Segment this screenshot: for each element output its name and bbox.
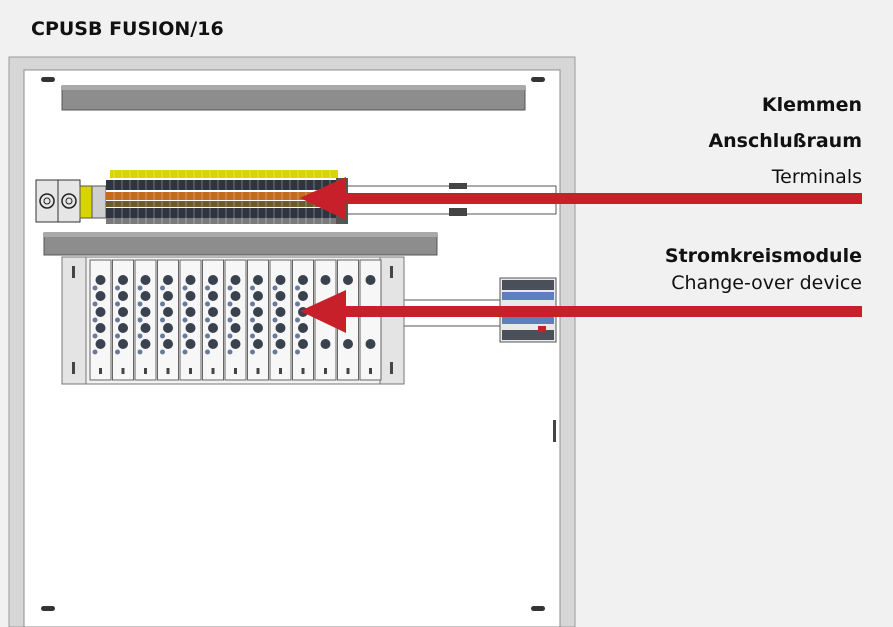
circuit-module xyxy=(359,259,382,381)
modules-heading: Stromkreismodule xyxy=(664,245,862,267)
terminals-heading-line1: Klemmen xyxy=(761,94,862,116)
circuit-module xyxy=(134,259,157,381)
circuit-module xyxy=(247,259,269,381)
circuit-module xyxy=(179,259,202,381)
hinge-mark xyxy=(553,420,556,442)
mounting-slot xyxy=(531,77,545,82)
mounting-slot xyxy=(41,77,55,82)
circuit-module xyxy=(292,259,314,381)
cabinet-diagram xyxy=(8,56,862,627)
circuit-module xyxy=(224,259,247,381)
circuit-module xyxy=(202,259,224,381)
modules-sublabel: Change-over device xyxy=(671,272,862,294)
mounting-slot xyxy=(41,606,55,611)
cable-connector xyxy=(449,208,467,216)
circuit-module xyxy=(157,259,179,381)
mounting-slot xyxy=(531,606,545,611)
circuit-module xyxy=(89,259,112,381)
main-switch xyxy=(35,179,107,223)
circuit-module xyxy=(112,259,134,381)
terminal-yellow-row xyxy=(110,170,338,178)
terminals-heading-line2: Anschlußraum xyxy=(708,130,862,152)
terminals-sublabel: Terminals xyxy=(771,166,862,188)
cable-connector xyxy=(449,183,467,189)
circuit-module xyxy=(269,259,292,381)
